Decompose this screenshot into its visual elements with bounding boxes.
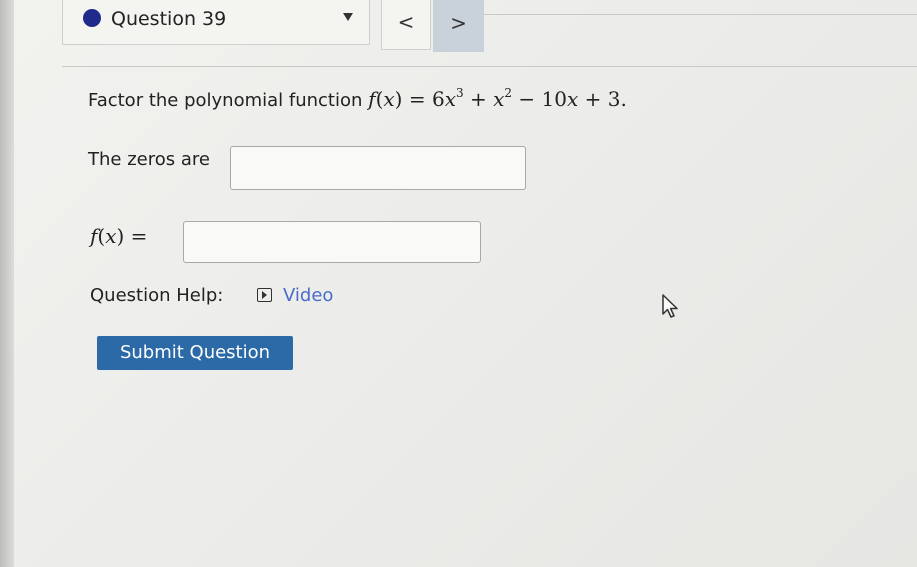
term1-exponent: 3 <box>455 86 464 100</box>
function-name: f <box>368 87 376 111</box>
mouse-pointer-icon <box>662 294 678 318</box>
term3-var: x <box>566 87 579 111</box>
question-selector[interactable]: Question 39 <box>62 0 370 45</box>
fx-equals: = <box>130 224 148 248</box>
function-var: x <box>383 87 395 111</box>
video-icon[interactable] <box>257 288 272 302</box>
term3-coefficient: 10 <box>541 87 567 111</box>
term1-var: x <box>444 87 456 111</box>
fx-var: x <box>105 224 117 248</box>
status-dot-icon <box>83 9 101 27</box>
submit-question-button[interactable]: Submit Question <box>97 336 293 370</box>
polynomial-expression: f(x) = 6x3 + x2 − 10x + 3. <box>368 86 627 111</box>
header-divider <box>62 66 917 67</box>
constant-term: 3 <box>607 87 621 111</box>
zeros-label: The zeros are <box>88 149 210 170</box>
term2-exponent: 2 <box>504 86 513 100</box>
next-question-button[interactable]: > <box>433 0 484 52</box>
fx-name: f <box>90 224 98 248</box>
screen-edge <box>0 0 14 567</box>
chevron-down-icon[interactable] <box>343 13 353 21</box>
term2-var: x <box>493 87 505 111</box>
end-period: . <box>620 87 627 111</box>
equals-sign: = <box>408 87 426 111</box>
term1-coefficient: 6 <box>431 87 445 111</box>
problem-statement: Factor the polynomial function f(x) = 6x… <box>88 86 627 111</box>
previous-question-button[interactable]: < <box>381 0 431 50</box>
factored-form-label: f(x) = <box>90 224 148 248</box>
zeros-answer-field[interactable] <box>230 146 526 190</box>
factored-form-field[interactable] <box>183 221 481 263</box>
video-help-link[interactable]: Video <box>283 285 333 306</box>
question-help-label: Question Help: <box>90 285 224 306</box>
prompt-text: Factor the polynomial function <box>88 90 363 111</box>
question-title: Question 39 <box>111 8 227 30</box>
header-rule <box>484 14 917 15</box>
